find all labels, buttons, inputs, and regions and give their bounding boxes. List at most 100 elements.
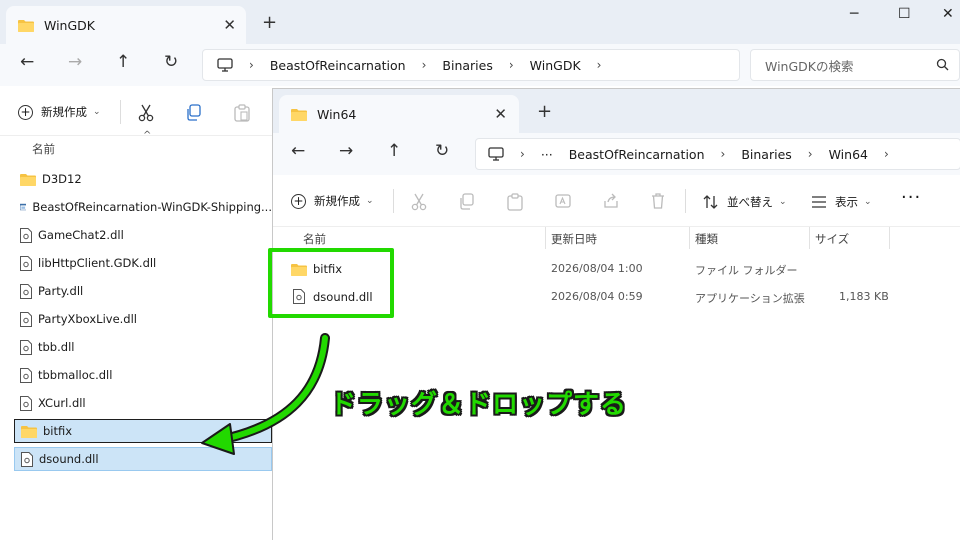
file-name: bitfix xyxy=(43,424,73,438)
computer-icon xyxy=(217,58,233,72)
navigation-bar: ← → ↑ ↻ › ··· BeastOfReincarnation › Bin… xyxy=(273,133,960,175)
plus-circle-icon: + xyxy=(291,193,306,209)
view-button[interactable]: 表示 ⌄ xyxy=(811,194,872,210)
forward-arrow-icon[interactable]: → xyxy=(68,52,82,72)
close-tab-icon[interactable]: ✕ xyxy=(223,16,236,34)
refresh-icon[interactable]: ↻ xyxy=(164,52,178,72)
sort-button[interactable]: 並べ替え ⌄ xyxy=(703,194,787,210)
breadcrumb-item[interactable]: BeastOfReincarnation xyxy=(270,58,406,73)
list-item[interactable]: PartyXboxLive.dll xyxy=(14,306,272,332)
tab-win64[interactable]: Win64 ✕ xyxy=(279,95,519,133)
list-item[interactable]: libHttpClient.GDK.dll xyxy=(14,250,272,276)
breadcrumb-item[interactable]: Binaries xyxy=(741,147,791,162)
chevron-right-icon: › xyxy=(508,58,514,72)
divider xyxy=(689,227,690,249)
list-item[interactable]: D3D12 xyxy=(14,166,272,192)
back-arrow-icon[interactable]: ← xyxy=(291,141,305,161)
folder-icon xyxy=(20,173,36,186)
dll-icon xyxy=(20,311,32,327)
new-button[interactable]: + 新規作成 ⌄ xyxy=(18,104,101,120)
new-button-label: 新規作成 xyxy=(314,194,360,208)
sort-icon xyxy=(703,195,718,209)
chevron-right-icon: › xyxy=(520,147,525,161)
cut-icon[interactable] xyxy=(138,104,154,122)
new-tab-button[interactable]: + xyxy=(262,12,277,33)
address-bar[interactable]: › BeastOfReincarnation › Binaries › WinG… xyxy=(202,49,740,81)
dll-icon xyxy=(20,367,32,383)
search-placeholder: WinGDKの検索 xyxy=(765,58,854,74)
file-name: D3D12 xyxy=(42,172,82,186)
close-window-icon[interactable]: ✕ xyxy=(942,6,954,22)
highlight-box xyxy=(268,248,394,318)
file-name: XCurl.dll xyxy=(38,396,86,410)
share-icon[interactable] xyxy=(603,193,619,209)
search-input[interactable]: WinGDKの検索 xyxy=(750,49,960,81)
drag-drop-instruction: ドラッグ＆ドロップする xyxy=(330,390,628,420)
sort-ascending-icon: ^ xyxy=(143,130,152,141)
forward-arrow-icon[interactable]: → xyxy=(339,141,353,161)
divider xyxy=(393,189,394,213)
breadcrumb-item[interactable]: Win64 xyxy=(829,147,868,162)
list-item[interactable]: Party.dll xyxy=(14,278,272,304)
cut-icon[interactable] xyxy=(411,193,427,211)
minimize-icon[interactable]: ─ xyxy=(850,6,858,22)
delete-icon[interactable] xyxy=(651,193,665,209)
column-header-type[interactable]: 種類 xyxy=(695,231,718,247)
file-name: PartyXboxLive.dll xyxy=(38,312,138,326)
close-tab-icon[interactable]: ✕ xyxy=(494,105,507,123)
chevron-right-icon: › xyxy=(421,58,427,72)
dll-icon xyxy=(20,255,32,271)
breadcrumb-item[interactable]: WinGDK xyxy=(530,58,581,73)
column-header-name[interactable]: 名前 xyxy=(303,231,326,247)
dll-icon xyxy=(20,283,32,299)
rename-icon[interactable] xyxy=(555,193,571,209)
tab-title: Win64 xyxy=(317,106,357,122)
dll-icon xyxy=(20,395,32,411)
address-bar[interactable]: › ··· BeastOfReincarnation › Binaries › … xyxy=(475,138,960,170)
dll-icon xyxy=(21,451,33,467)
computer-icon xyxy=(488,147,504,161)
up-arrow-icon[interactable]: ↑ xyxy=(387,141,401,161)
plus-circle-icon: + xyxy=(18,104,33,120)
divider xyxy=(889,227,890,249)
modified-date: 2026/08/04 1:00 xyxy=(551,262,643,275)
exe-icon xyxy=(20,203,27,211)
file-name: libHttpClient.GDK.dll xyxy=(38,256,157,270)
new-button-label: 新規作成 xyxy=(41,105,87,119)
breadcrumb-item[interactable]: BeastOfReincarnation xyxy=(569,147,705,162)
file-name: BeastOfReincarnation-WinGDK-Shipping... xyxy=(32,200,272,214)
paste-icon[interactable] xyxy=(234,104,250,122)
folder-icon xyxy=(291,108,307,121)
back-arrow-icon[interactable]: ← xyxy=(20,52,34,72)
tab-wingdk[interactable]: WinGDK ✕ xyxy=(6,6,246,44)
breadcrumb-item[interactable]: Binaries xyxy=(442,58,492,73)
file-name: Party.dll xyxy=(38,284,84,298)
file-name: tbb.dll xyxy=(38,340,75,354)
column-header-name[interactable]: 名前 xyxy=(32,141,55,157)
file-type: ファイル フォルダー xyxy=(695,264,798,277)
refresh-icon[interactable]: ↻ xyxy=(435,141,449,161)
search-icon xyxy=(936,58,949,71)
chevron-down-icon: ⌄ xyxy=(93,107,101,117)
column-header-size[interactable]: サイズ xyxy=(815,231,849,247)
folder-icon xyxy=(18,19,34,32)
column-header-modified[interactable]: 更新日時 xyxy=(551,231,597,247)
paste-icon[interactable] xyxy=(507,193,523,211)
up-arrow-icon[interactable]: ↑ xyxy=(116,52,130,72)
breadcrumb-overflow[interactable]: ··· xyxy=(541,147,553,162)
folder-icon xyxy=(21,425,37,438)
navigation-bar: ← → ↑ ↻ › BeastOfReincarnation › Binarie… xyxy=(0,44,960,86)
drag-arrow-icon xyxy=(201,333,330,455)
more-options-icon[interactable]: ··· xyxy=(901,187,921,208)
new-button[interactable]: + 新規作成 ⌄ xyxy=(291,193,374,209)
chevron-down-icon: ⌄ xyxy=(779,197,787,207)
file-name: dsound.dll xyxy=(39,452,99,466)
maximize-icon[interactable]: ☐ xyxy=(898,6,911,22)
file-size: 1,183 KB xyxy=(839,290,889,303)
tab-strip: WinGDK ✕ + ─ ☐ ✕ xyxy=(0,0,960,44)
list-item[interactable]: GameChat2.dll xyxy=(14,222,272,248)
new-tab-button[interactable]: + xyxy=(537,101,552,122)
list-item[interactable]: BeastOfReincarnation-WinGDK-Shipping... xyxy=(14,194,272,220)
copy-icon[interactable] xyxy=(186,104,202,121)
copy-icon[interactable] xyxy=(459,193,475,210)
